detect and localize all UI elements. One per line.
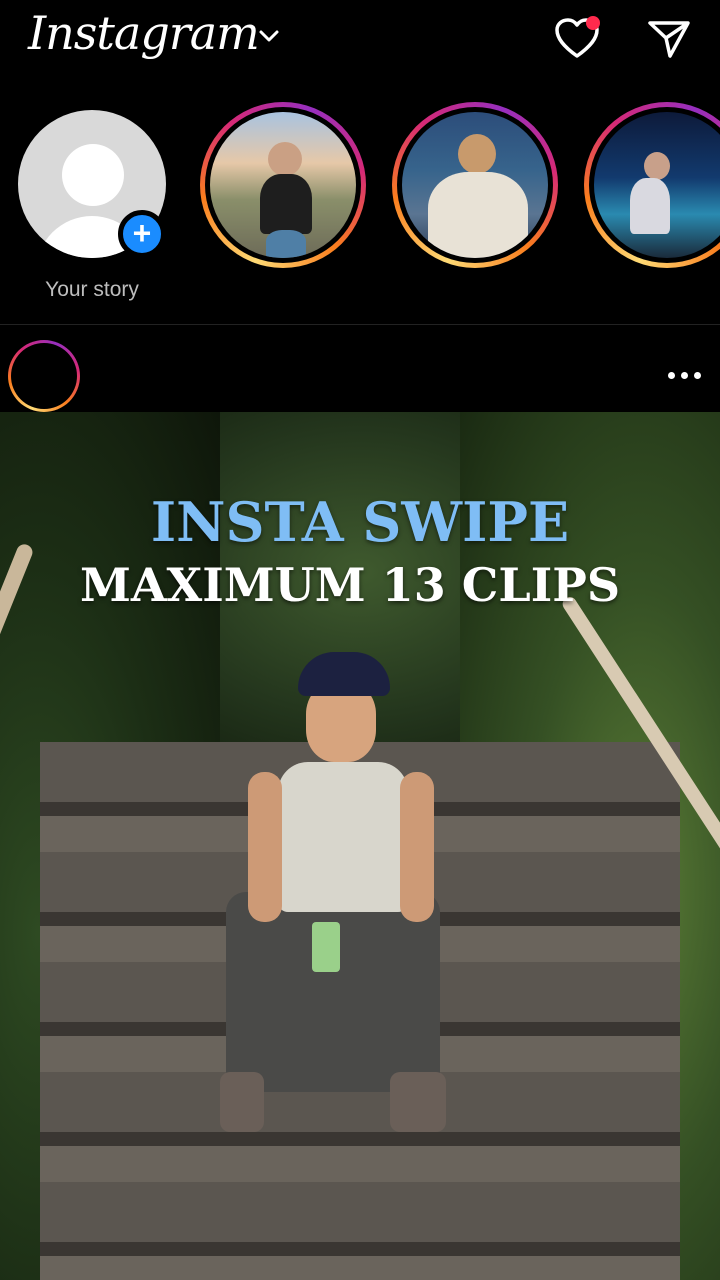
top-app-bar: Instagram xyxy=(0,0,720,86)
more-icon[interactable] xyxy=(668,372,704,380)
overlay-title: INSTA SWIPE xyxy=(150,490,570,554)
post-image[interactable]: INSTA SWIPE MAXIMUM 13 CLIPS xyxy=(0,412,720,1280)
stories-tray: + Your story xyxy=(0,98,720,318)
notification-dot xyxy=(586,16,600,30)
your-story-label: Your story xyxy=(45,278,139,301)
avatar xyxy=(210,112,356,258)
avatar xyxy=(402,112,548,258)
divider xyxy=(0,324,720,325)
story-item[interactable] xyxy=(200,102,366,268)
story-item[interactable] xyxy=(392,102,558,268)
chevron-down-icon[interactable] xyxy=(258,28,280,44)
story-item[interactable] xyxy=(584,102,720,268)
person xyxy=(220,652,460,1132)
app-logo[interactable]: Instagram xyxy=(28,6,260,60)
send-icon[interactable] xyxy=(647,18,691,60)
post-author-avatar[interactable] xyxy=(8,340,80,412)
overlay-subtitle: MAXIMUM 13 CLIPS xyxy=(79,558,621,612)
your-story[interactable]: + xyxy=(18,110,166,258)
add-story-plus-icon[interactable]: + xyxy=(118,210,166,258)
